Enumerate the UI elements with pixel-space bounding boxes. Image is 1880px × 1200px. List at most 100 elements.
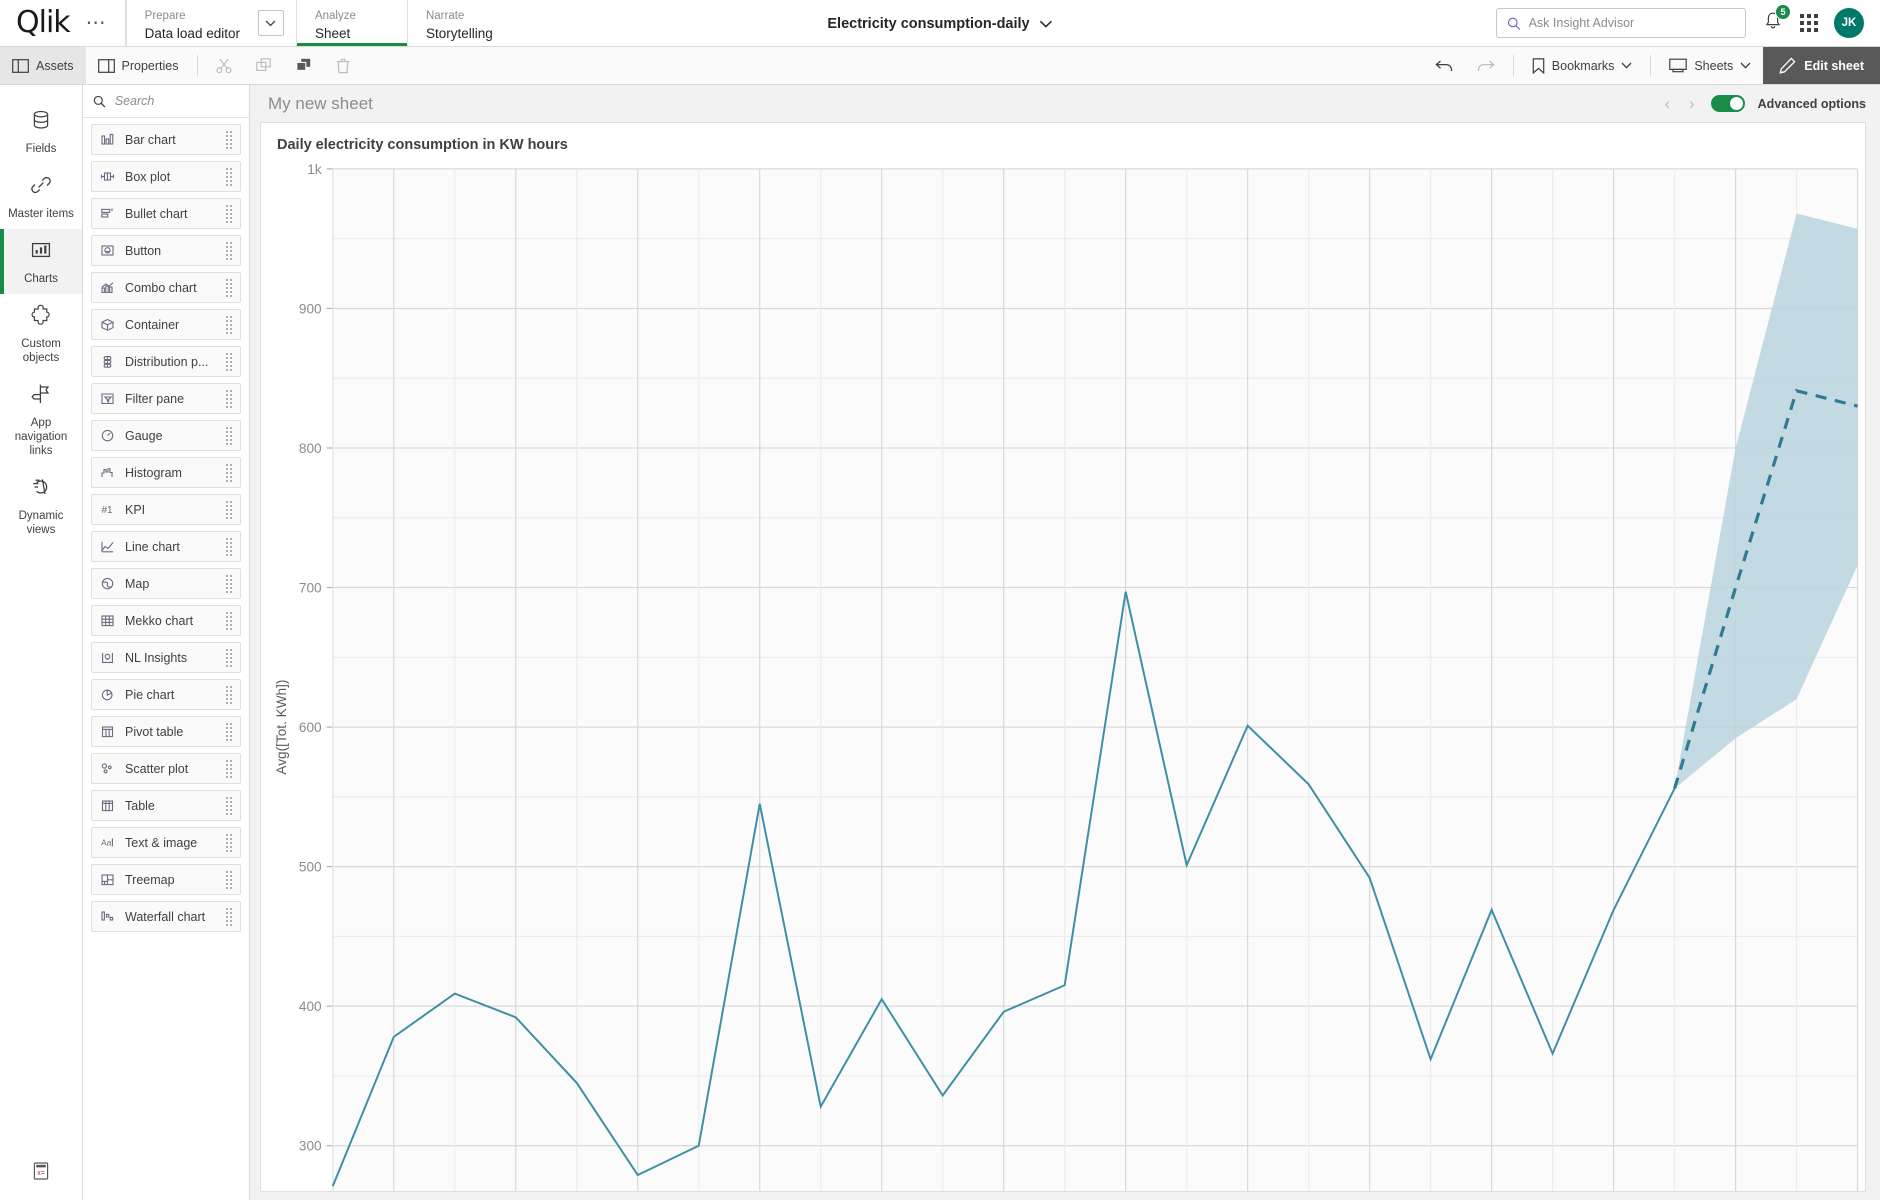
assets-button[interactable]: Assets [0, 47, 86, 84]
prev-sheet-button[interactable]: ‹ [1661, 94, 1673, 114]
drag-handle-icon[interactable] [226, 648, 232, 667]
notifications-button[interactable]: 5 [1762, 4, 1791, 37]
drag-handle-icon[interactable] [226, 167, 232, 186]
chart-type-item[interactable]: Scatter plot [91, 753, 241, 784]
chart-type-item[interactable]: Box plot [91, 161, 241, 192]
drag-handle-icon[interactable] [226, 204, 232, 223]
sidebar-item-dynamic-views[interactable]: Dynamic views [0, 466, 82, 545]
bookmarks-button[interactable]: Bookmarks [1520, 47, 1645, 84]
drag-handle-icon[interactable] [226, 130, 232, 149]
plot-background [332, 168, 1858, 1191]
chart-type-item[interactable]: Aa Text & image [91, 827, 241, 858]
drag-handle-icon[interactable] [226, 315, 232, 334]
chart-type-item[interactable]: Histogram [91, 457, 241, 488]
y-axis-tick-label: 500 [299, 860, 322, 875]
pivot-table-icon [101, 725, 114, 737]
edit-sheet-button[interactable]: Edit sheet [1763, 47, 1880, 84]
copy-button[interactable] [244, 47, 284, 84]
chart-type-label: NL Insights [125, 650, 188, 665]
y-axis-tick-label: 400 [299, 999, 322, 1014]
drag-handle-icon[interactable] [226, 907, 232, 926]
chart-type-item[interactable]: Mekko chart [91, 605, 241, 636]
drag-handle-icon[interactable] [226, 759, 232, 778]
sidebar-item-custom-objects[interactable]: Custom objects [0, 294, 82, 373]
chart-plot-area[interactable]: 1k90080070060050040030020010/27/202110/2… [261, 159, 1865, 1192]
topbar-right-group: 5 JK [1496, 0, 1880, 46]
drag-handle-icon[interactable] [226, 537, 232, 556]
drag-handle-icon[interactable] [226, 278, 232, 297]
gauge-icon [101, 429, 114, 441]
qlik-logo[interactable]: Qlik [16, 8, 71, 38]
chart-type-item[interactable]: Pivot table [91, 716, 241, 747]
chart-type-item[interactable]: Filter pane [91, 383, 241, 414]
search-input[interactable] [1528, 16, 1735, 30]
prepare-dropdown-button[interactable] [257, 10, 284, 36]
ellipsis-icon[interactable]: ⋯ [80, 13, 113, 33]
nav-item-narrate-label: Storytelling [425, 25, 493, 41]
avatar[interactable]: JK [1834, 8, 1864, 38]
chart-type-item[interactable]: Table [91, 790, 241, 821]
sidebar-item-master-items[interactable]: Master items [0, 164, 82, 229]
expression-editor-icon[interactable]: x= [31, 1161, 51, 1181]
chart-type-item[interactable]: Gauge [91, 420, 241, 451]
drag-handle-icon[interactable] [226, 796, 232, 815]
line-chart-object[interactable]: Daily electricity consumption in KW hour… [260, 122, 1866, 1192]
cut-button[interactable] [204, 47, 244, 84]
line-chart-svg[interactable]: 1k90080070060050040030020010/27/202110/2… [261, 159, 1865, 1192]
sheets-button[interactable]: Sheets [1657, 47, 1763, 84]
sidebar-item-app-navigation-links[interactable]: App navigation links [0, 373, 82, 466]
nav-item-analyze[interactable]: Analyze Sheet [296, 0, 407, 46]
insight-advisor-search[interactable] [1496, 8, 1746, 38]
nl-insights-icon [102, 652, 113, 663]
nav-item-narrate[interactable]: Narrate Storytelling [406, 0, 517, 46]
drag-handle-icon[interactable] [226, 463, 232, 482]
chart-type-item[interactable]: Button [91, 235, 241, 266]
drag-handle-icon[interactable] [226, 685, 232, 704]
paste-button[interactable] [284, 47, 324, 84]
chart-type-item[interactable]: Pie chart [91, 679, 241, 710]
app-launcher-icon[interactable] [1800, 14, 1818, 32]
drag-handle-icon[interactable] [226, 241, 232, 260]
chart-type-item[interactable]: Distribution p... [91, 346, 241, 377]
chart-type-item[interactable]: Bar chart [91, 124, 241, 155]
chart-type-label: Scatter plot [125, 761, 189, 776]
drag-handle-icon[interactable] [226, 574, 232, 593]
chart-type-item[interactable]: Container [91, 309, 241, 340]
y-axis-tick-label: 800 [299, 441, 322, 456]
asset-search-box[interactable] [83, 85, 249, 118]
chart-type-item[interactable]: #1 KPI [91, 494, 241, 525]
assets-panel-icon [12, 58, 29, 73]
next-sheet-button[interactable]: › [1686, 94, 1698, 114]
drag-handle-icon[interactable] [226, 611, 232, 630]
chart-type-item[interactable]: Map [91, 568, 241, 599]
chart-type-item[interactable]: NL Insights [91, 642, 241, 673]
drag-handle-icon[interactable] [226, 389, 232, 408]
nav-item-narrate-caption: Narrate [425, 9, 465, 22]
bookmarks-button-label: Bookmarks [1551, 58, 1615, 73]
app-title-dropdown[interactable]: Electricity consumption-daily [827, 0, 1053, 47]
chart-type-item[interactable]: Bullet chart [91, 198, 241, 229]
nav-item-prepare[interactable]: Prepare Data load editor [127, 4, 258, 43]
sidebar-item-charts[interactable]: Charts [0, 229, 82, 294]
drag-handle-icon[interactable] [226, 870, 232, 889]
chart-type-label: Pie chart [125, 687, 175, 702]
chart-type-item[interactable]: Combo chart [91, 272, 241, 303]
chart-type-label: Combo chart [125, 280, 197, 295]
undo-button[interactable] [1423, 47, 1465, 84]
drag-handle-icon[interactable] [226, 352, 232, 371]
properties-button[interactable]: Properties [86, 47, 191, 84]
chart-type-item[interactable]: Treemap [91, 864, 241, 895]
filter-pane-icon [101, 392, 114, 404]
drag-handle-icon[interactable] [226, 500, 232, 519]
advanced-options-toggle[interactable] [1710, 95, 1745, 112]
delete-button[interactable] [324, 47, 362, 84]
sidebar-item-fields[interactable]: Fields [0, 99, 82, 164]
redo-button[interactable] [1465, 47, 1507, 84]
asset-search-input[interactable] [114, 94, 239, 108]
drag-handle-icon[interactable] [226, 426, 232, 445]
chart-type-item[interactable]: Line chart [91, 531, 241, 562]
drag-handle-icon[interactable] [226, 833, 232, 852]
sidebar-item-custom-objects-label: Custom objects [21, 338, 61, 364]
chart-type-item[interactable]: Waterfall chart [91, 901, 241, 932]
drag-handle-icon[interactable] [226, 722, 232, 741]
